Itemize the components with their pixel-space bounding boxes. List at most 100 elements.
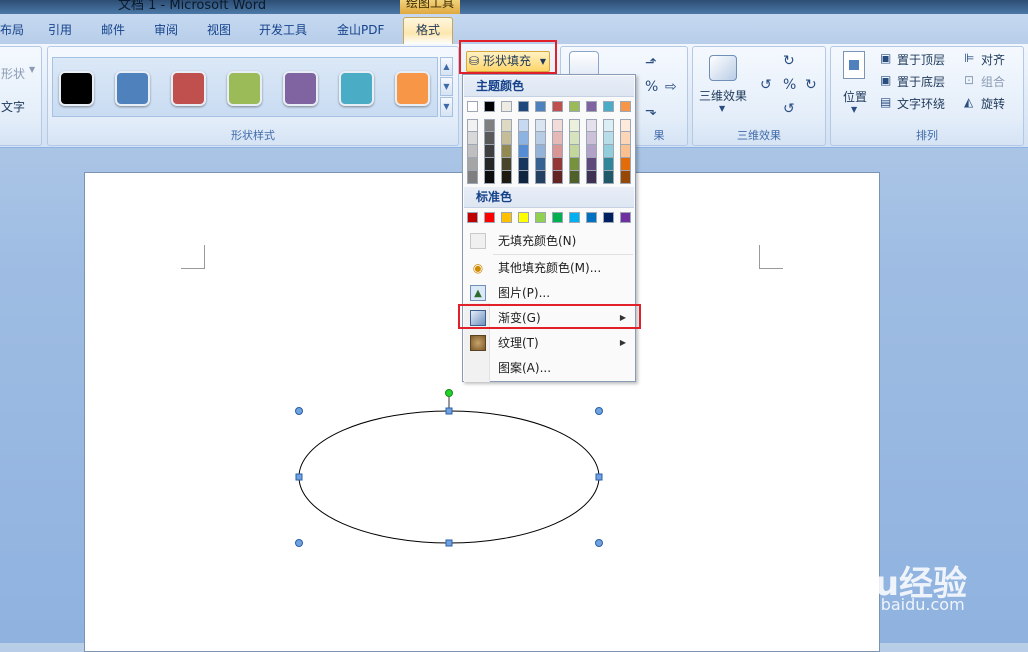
gradient-menu-item[interactable]: 渐变(G) ▶ <box>464 306 634 330</box>
theme-shade-cell[interactable] <box>518 119 529 132</box>
tab-format[interactable]: 格式 <box>403 17 454 44</box>
selected-ellipse-shape[interactable] <box>285 383 605 573</box>
theme-shade-cell[interactable] <box>501 132 512 145</box>
theme-shade-cell[interactable] <box>552 158 563 171</box>
tilt-down-icon[interactable]: ↺ <box>783 101 795 117</box>
theme-shade-cell[interactable] <box>603 158 614 171</box>
theme-shade-cell[interactable] <box>484 119 495 132</box>
3d-effects-button[interactable]: 三维效果 <box>699 87 747 104</box>
tab-kingsoft-pdf[interactable]: 金山PDF <box>337 20 384 42</box>
tab-developer[interactable]: 开发工具 <box>259 20 307 42</box>
theme-shade-cell[interactable] <box>535 132 546 145</box>
theme-shade-cell[interactable] <box>620 145 631 158</box>
theme-shade-cell[interactable] <box>552 171 563 184</box>
theme-shade-cell[interactable] <box>586 119 597 132</box>
standard-color-cell[interactable] <box>518 212 529 223</box>
resize-handle[interactable] <box>295 407 303 415</box>
theme-shade-cell[interactable] <box>518 171 529 184</box>
standard-color-cell[interactable] <box>535 212 546 223</box>
theme-shade-cell[interactable] <box>535 145 546 158</box>
theme-color-cell[interactable] <box>586 101 597 112</box>
theme-color-cell[interactable] <box>603 101 614 112</box>
theme-shade-cell[interactable] <box>603 171 614 184</box>
theme-shade-cell[interactable] <box>552 119 563 132</box>
theme-shade-cell[interactable] <box>603 145 614 158</box>
picture-fill-menu-item[interactable]: ▲ 图片(P)... <box>464 281 634 305</box>
theme-color-cell[interactable] <box>620 101 631 112</box>
align-button[interactable]: 对齐 <box>981 51 1005 68</box>
gallery-scroll-up-button[interactable]: ▲ <box>440 57 453 76</box>
theme-shade-cell[interactable] <box>569 145 580 158</box>
no-fill-menu-item[interactable]: 无填充颜色(N) <box>464 229 634 253</box>
theme-color-cell[interactable] <box>501 101 512 112</box>
theme-shade-cell[interactable] <box>484 158 495 171</box>
tab-layout[interactable]: 布局 <box>0 20 24 42</box>
theme-shade-cell[interactable] <box>552 132 563 145</box>
standard-color-cell[interactable] <box>501 212 512 223</box>
theme-color-cell[interactable] <box>518 101 529 112</box>
3d-toggle-icon[interactable]: % <box>783 77 796 93</box>
resize-handle[interactable] <box>595 539 603 547</box>
shape-style-swatch[interactable] <box>59 71 94 106</box>
shape-style-swatch[interactable] <box>395 71 430 106</box>
resize-handle[interactable] <box>595 407 603 415</box>
rotation-handle[interactable] <box>445 389 453 397</box>
theme-shade-cell[interactable] <box>467 171 478 184</box>
resize-handle[interactable] <box>595 473 603 481</box>
theme-shade-cell[interactable] <box>484 132 495 145</box>
send-to-back-button[interactable]: 置于底层 <box>897 73 945 90</box>
standard-color-cell[interactable] <box>484 212 495 223</box>
tab-references[interactable]: 引用 <box>48 20 72 42</box>
pattern-menu-item[interactable]: 图案(A)... <box>464 356 634 380</box>
shape-style-swatch[interactable] <box>283 71 318 106</box>
text-wrap-button[interactable]: 文字环绕 <box>897 95 945 112</box>
theme-shade-cell[interactable] <box>569 132 580 145</box>
nudge-shadow-up-icon[interactable]: ⬏ <box>645 55 657 71</box>
theme-shade-cell[interactable] <box>586 171 597 184</box>
theme-shade-cell[interactable] <box>467 145 478 158</box>
theme-shade-cell[interactable] <box>518 158 529 171</box>
theme-shade-cell[interactable] <box>535 171 546 184</box>
shape-fill-button[interactable]: ⛁ 形状填充 ▼ <box>466 51 550 72</box>
theme-color-cell[interactable] <box>569 101 580 112</box>
theme-shade-cell[interactable] <box>518 145 529 158</box>
theme-shade-cell[interactable] <box>484 145 495 158</box>
theme-shade-cell[interactable] <box>467 158 478 171</box>
theme-shade-cell[interactable] <box>501 119 512 132</box>
standard-color-cell[interactable] <box>467 212 478 223</box>
resize-handle[interactable] <box>295 473 303 481</box>
theme-shade-cell[interactable] <box>535 119 546 132</box>
standard-color-cell[interactable] <box>569 212 580 223</box>
more-fill-colors-menu-item[interactable]: ◉ 其他填充颜色(M)... <box>464 256 634 280</box>
theme-shade-cell[interactable] <box>501 145 512 158</box>
theme-shade-cell[interactable] <box>620 132 631 145</box>
resize-handle[interactable] <box>445 407 453 415</box>
theme-shade-cell[interactable] <box>620 171 631 184</box>
theme-shade-cell[interactable] <box>620 119 631 132</box>
position-button[interactable]: 位置 <box>843 88 867 105</box>
nudge-shadow-right-icon[interactable]: ⇨ <box>665 79 677 95</box>
rotate-button[interactable]: 旋转 <box>981 95 1005 112</box>
theme-shade-cell[interactable] <box>586 158 597 171</box>
nudge-shadow-down-icon[interactable]: ⬎ <box>645 103 657 119</box>
resize-handle[interactable] <box>295 539 303 547</box>
edit-shape-button[interactable]: 形状 <box>1 65 25 82</box>
theme-color-cell[interactable] <box>484 101 495 112</box>
texture-menu-item[interactable]: 纹理(T) ▶ <box>464 331 634 355</box>
tab-view[interactable]: 视图 <box>207 20 231 42</box>
gallery-scroll-down-button[interactable]: ▼ <box>440 77 453 96</box>
group-button[interactable]: 组合 <box>981 73 1005 90</box>
standard-color-cell[interactable] <box>603 212 614 223</box>
theme-shade-cell[interactable] <box>501 171 512 184</box>
theme-shade-cell[interactable] <box>467 119 478 132</box>
shape-style-swatch[interactable] <box>115 71 150 106</box>
theme-shade-cell[interactable] <box>535 158 546 171</box>
tilt-up-icon[interactable]: ↻ <box>783 53 795 69</box>
theme-shade-cell[interactable] <box>620 158 631 171</box>
theme-shade-cell[interactable] <box>518 132 529 145</box>
theme-shade-cell[interactable] <box>467 132 478 145</box>
theme-color-cell[interactable] <box>467 101 478 112</box>
shape-style-swatch[interactable] <box>339 71 374 106</box>
theme-shade-cell[interactable] <box>586 132 597 145</box>
text-box-button[interactable]: 文字 <box>1 98 25 115</box>
